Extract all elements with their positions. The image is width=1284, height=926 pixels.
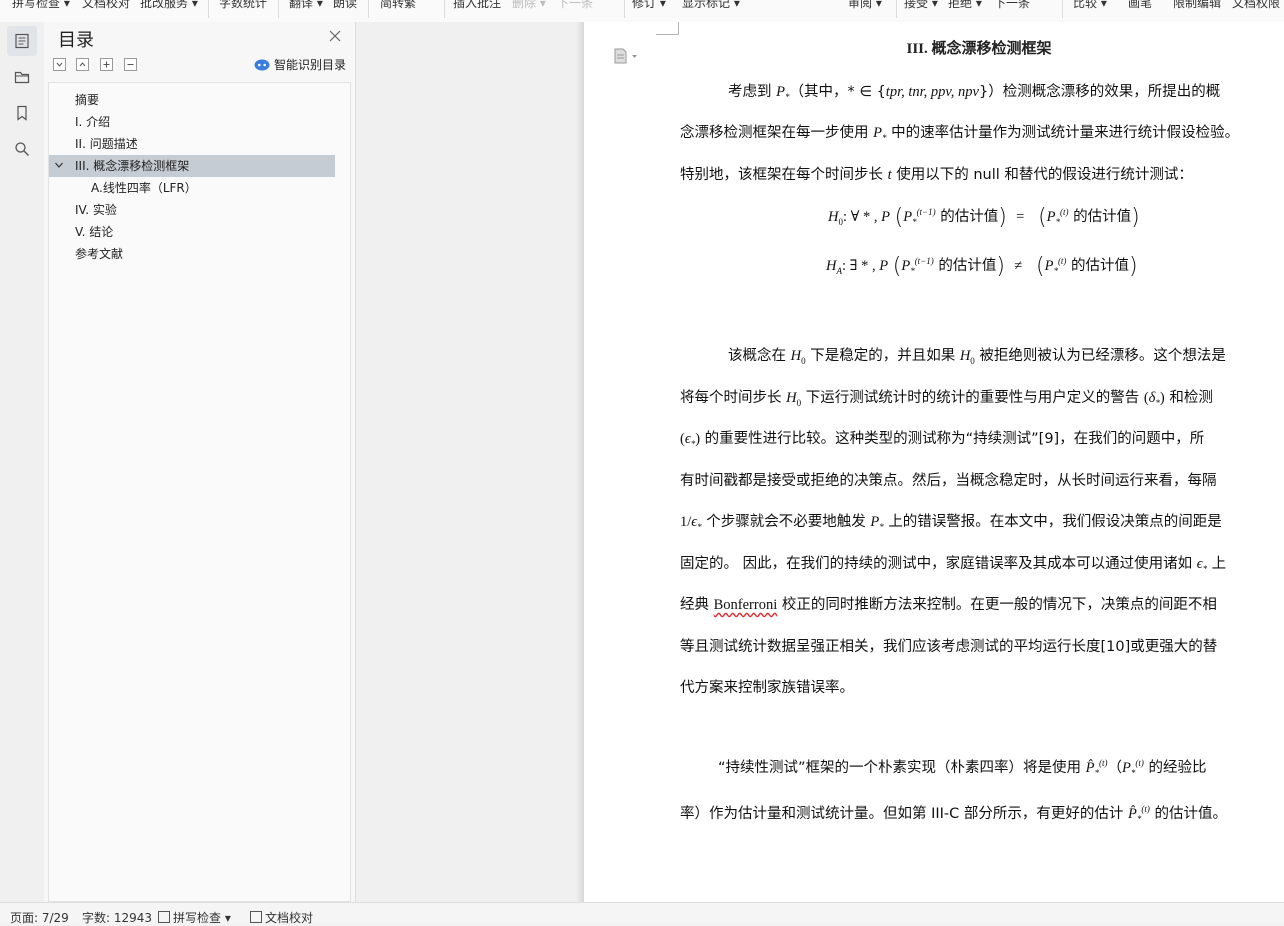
collapse-up-icon[interactable]	[76, 58, 89, 71]
toc-item-label: IV. 实验	[75, 203, 117, 217]
ribbon-word-count[interactable]: 字数统计	[219, 0, 267, 11]
ribbon-show-markup[interactable]: 显示标记 ▾	[682, 0, 740, 11]
paragraph-line: 率）作为估计量和测试统计量。但如第 III-C 部分所示，有更好的估计 P̂*(…	[680, 804, 1227, 824]
toc-panel-title: 目录	[58, 30, 94, 51]
review-ribbon: 拼写检查 ▾ 文档校对 批改服务 ▾ 字数统计 翻译 ▾ 朗读 简转繁 插入批注…	[0, 0, 1284, 23]
chevron-down-icon[interactable]	[53, 159, 65, 171]
toc-item-conclusion[interactable]: V. 结论	[49, 221, 335, 243]
toc-item-framework[interactable]: III. 概念漂移检测框架	[49, 155, 335, 177]
toc-item-label: III. 概念漂移检测框架	[75, 159, 190, 173]
ribbon-separator	[278, 0, 279, 18]
paragraph-line: 代方案来控制家族错误率。	[680, 680, 854, 696]
ribbon-restrict-editing[interactable]: 限制编辑	[1173, 0, 1221, 11]
bookmark-button[interactable]	[7, 98, 37, 128]
paragraph-line: 1/ϵ* 个步骤就会不必要地触发 P* 上的错误警报。在本文中，我们假设决策点的…	[680, 514, 1222, 532]
ribbon-separator	[1062, 0, 1063, 18]
paragraph-line: 考虑到 P*（其中，* ∈ {tpr, tnr, ppv, npv}）检测概念漂…	[728, 84, 1221, 102]
ribbon-accept[interactable]: 接受 ▾	[904, 0, 938, 11]
toc-item-label: I. 介绍	[75, 115, 111, 129]
ribbon-simp-to-trad[interactable]: 简转繁	[380, 0, 416, 11]
collapse-down-icon[interactable]	[53, 58, 66, 71]
toc-panel-button[interactable]	[7, 26, 37, 56]
side-rail	[0, 22, 45, 902]
page-margin-corner	[656, 22, 679, 35]
ribbon-revise-service[interactable]: 批改服务 ▾	[140, 0, 198, 11]
collapse-minus-icon[interactable]	[124, 58, 137, 71]
toc-item-introduction[interactable]: I. 介绍	[49, 111, 335, 133]
toc-panel: 目录 智能识别目录 摘要 I. 介绍 II. 问题描述 III. 概念漂移检测框…	[44, 22, 356, 902]
paragraph-line: 特别地，该框架在每个时间步长 t 使用以下的 null 和替代的假设进行统计测试…	[680, 167, 1193, 183]
toc-item-experiments[interactable]: IV. 实验	[49, 199, 335, 221]
paragraph-line: 念漂移检测框架在每一步使用 P* 中的速率估计量作为测试统计量来进行统计假设检验…	[680, 125, 1240, 143]
smart-toc-button[interactable]: 智能识别目录	[254, 56, 346, 73]
folder-icon	[14, 71, 30, 84]
ribbon-insert-comment[interactable]: 插入批注	[453, 0, 501, 11]
ribbon-delete-comment[interactable]: 删除 ▾	[512, 0, 546, 11]
close-icon[interactable]	[328, 29, 342, 43]
ribbon-reject[interactable]: 拒绝 ▾	[948, 0, 982, 11]
toc-item-label: II. 问题描述	[75, 137, 138, 151]
toc-item-label: A.线性四率（LFR）	[91, 181, 197, 195]
document-page[interactable]: III. 概念漂移检测框架 考虑到 P*（其中，* ∈ {tpr, tnr, p…	[584, 22, 1284, 902]
ribbon-spell-check[interactable]: 拼写检查 ▾	[12, 0, 70, 11]
outline-icon	[15, 33, 29, 49]
paragraph-line: “持续性测试”框架的一个朴素实现（朴素四率）将是使用 P̂*(t)（P*(t) …	[718, 758, 1207, 778]
paragraph-line: 有时间戳都是接受或拒绝的决策点。然后，当概念稳定时，从长时间运行来看，每隔	[680, 473, 1217, 489]
search-icon	[15, 142, 29, 156]
ribbon-review-pane[interactable]: 审阅 ▾	[848, 0, 882, 11]
ribbon-doc-permission[interactable]: 文档权限	[1232, 0, 1280, 11]
doc-proof-toggle[interactable]: 文档校对	[250, 909, 313, 926]
ribbon-separator	[624, 0, 625, 18]
paragraph-line: 该概念在 H0 下是稳定的，并且如果 H0 被拒绝则被认为已经漂移。这个想法是	[728, 348, 1226, 366]
ribbon-pen[interactable]: 画笔	[1128, 0, 1152, 11]
ai-robot-icon	[254, 59, 270, 70]
ribbon-next-change[interactable]: 下一条	[994, 0, 1030, 11]
paragraph-line: (ϵ*) 的重要性进行比较。这种类型的测试称为“持续测试”[9]，在我们的问题中…	[680, 431, 1205, 449]
toc-item-label: 摘要	[75, 93, 100, 107]
bookmark-icon	[17, 105, 27, 121]
section-heading: III. 概念漂移检测框架	[906, 41, 1052, 57]
paragraph-line: 等且测试统计数据呈强正相关，我们应该考虑测试的平均运行长度[10]或更强大的替	[680, 639, 1218, 655]
ribbon-track-changes[interactable]: 修订 ▾	[632, 0, 666, 11]
paragraph-line: 固定的。 因此，在我们的持续的测试中，家庭错误率及其成本可以通过使用诸如 ϵ* …	[680, 556, 1227, 574]
toc-item-lfr[interactable]: A.线性四率（LFR）	[49, 177, 335, 199]
ribbon-separator	[368, 0, 369, 18]
proof-icon	[250, 911, 262, 923]
doc-proof-label: 文档校对	[265, 911, 314, 925]
spellcheck-flagged-word[interactable]: Bonferroni	[714, 597, 778, 613]
ribbon-translate[interactable]: 翻译 ▾	[289, 0, 323, 11]
page-indicator[interactable]: 页面: 7/29	[10, 909, 69, 926]
toc-item-problem[interactable]: II. 问题描述	[49, 133, 335, 155]
word-count[interactable]: 字数: 12943	[82, 909, 152, 926]
find-button[interactable]	[7, 134, 37, 164]
paragraph-line: 经典 Bonferroni 校正的同时推断方法来控制。在更一般的情况下，决策点的…	[680, 597, 1217, 613]
spell-check-label: 拼写检查 ▾	[173, 911, 231, 925]
paragraph-line: 将每个时间步长 H0 下运行测试统计时的统计的重要性与用户定义的警告 (δ*) …	[680, 390, 1213, 408]
toc-list: 摘要 I. 介绍 II. 问题描述 III. 概念漂移检测框架 A.线性四率（L…	[48, 82, 351, 902]
ribbon-compare[interactable]: 比较 ▾	[1073, 0, 1107, 11]
hypothesis-null: H0: ∀ * , P (P*(t−1) 的估计值) = (P*(t) 的估计值…	[828, 205, 1140, 230]
ribbon-separator	[896, 0, 897, 18]
toc-item-abstract[interactable]: 摘要	[49, 89, 335, 111]
hypothesis-alternative: HA: ∃ * , P (P*(t−1) 的估计值) ≠ (P*(t) 的估计值…	[826, 254, 1138, 279]
ribbon-doc-proof[interactable]: 文档校对	[82, 0, 130, 11]
spell-check-toggle[interactable]: 拼写检查 ▾	[158, 909, 231, 926]
page-shadow	[576, 22, 584, 902]
chapter-nav-button[interactable]	[7, 62, 37, 92]
toc-item-label: 参考文献	[75, 247, 124, 261]
toc-item-label: V. 结论	[75, 225, 114, 239]
ribbon-next-comment[interactable]: 下一条	[557, 0, 593, 11]
document-background	[356, 22, 584, 902]
ribbon-separator	[208, 0, 209, 18]
toc-item-references[interactable]: 参考文献	[49, 243, 335, 265]
expand-plus-icon[interactable]	[100, 58, 113, 71]
ribbon-read-aloud[interactable]: 朗读	[333, 0, 357, 11]
ribbon-separator	[444, 0, 445, 18]
checkbox-icon	[158, 911, 170, 923]
smart-toc-label: 智能识别目录	[274, 58, 347, 72]
status-bar: 页面: 7/29 字数: 12943 拼写检查 ▾ 文档校对	[0, 902, 1284, 926]
